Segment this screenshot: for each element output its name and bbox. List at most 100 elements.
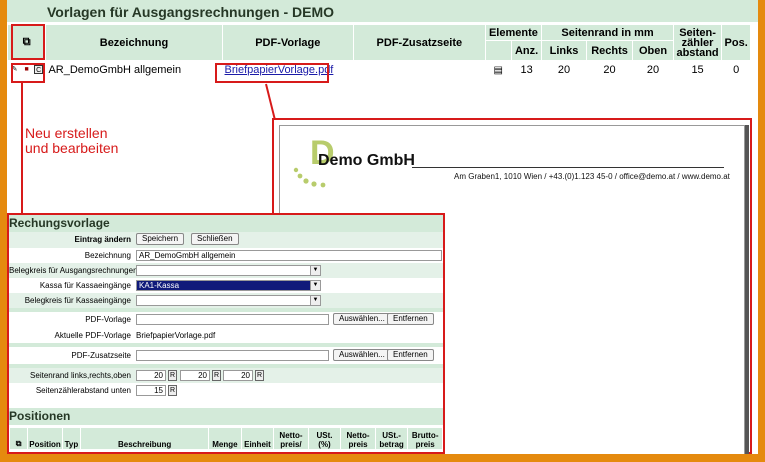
bezeichnung-input[interactable]: AR_DemoGmbH allgemein bbox=[136, 250, 442, 261]
edit-form-panel: Rechungsvorlage Eintrag ändern Speichern… bbox=[7, 213, 445, 454]
highlight-add-icon bbox=[11, 24, 45, 60]
header-oben: Oben bbox=[632, 40, 674, 61]
form-row-actions: Eintrag ändern Speichern Schließen bbox=[9, 232, 443, 248]
form-row-pdf: PDF-Vorlage Auswählen... Entfernen bbox=[9, 312, 443, 328]
header-seitenrand: Seitenrand in mm bbox=[541, 24, 674, 41]
form-row-bezeichnung: Bezeichnung AR_DemoGmbH allgemein bbox=[9, 248, 443, 263]
connector-line-preview bbox=[265, 83, 276, 120]
positions-title: Positionen bbox=[9, 408, 443, 425]
bezeichnung-label: Bezeichnung bbox=[84, 251, 131, 260]
belegkreis-select[interactable]: ▼ bbox=[136, 265, 321, 276]
row-oben: 20 bbox=[632, 60, 674, 79]
pos-header-menge: Menge bbox=[208, 427, 242, 450]
form-row-counter: Seitenzählerabstand unten 15 R bbox=[9, 383, 443, 398]
pdf-label: PDF-Vorlage bbox=[85, 315, 131, 324]
pos-header-typ: Typ bbox=[61, 427, 82, 450]
margin-left-reset-button[interactable]: R bbox=[168, 370, 177, 381]
list-icon[interactable]: ▤ bbox=[494, 65, 503, 76]
pos-header-brutto: Brutto- preis bbox=[407, 427, 443, 450]
templates-table: ⧉ Bezeichnung PDF-Vorlage PDF-Zusatzseit… bbox=[7, 24, 751, 79]
header-anz: Anz. bbox=[510, 40, 543, 61]
company-address: Am Graben1, 1010 Wien / +43.(0)1.123 45-… bbox=[454, 172, 730, 181]
row-links: 20 bbox=[541, 60, 587, 79]
counter-reset-button[interactable]: R bbox=[168, 385, 177, 396]
row-pdf-zusatz bbox=[353, 60, 486, 79]
header-elemente-icon bbox=[484, 40, 512, 61]
chevron-down-icon[interactable]: ▼ bbox=[310, 266, 320, 275]
pos-header-ust-betrag: USt.- betrag bbox=[374, 427, 409, 450]
close-button[interactable]: Schließen bbox=[191, 233, 239, 245]
pos-header-netto-betrag: Netto- preis bbox=[340, 427, 376, 450]
kassa-value: KA1-Kassa bbox=[139, 281, 180, 290]
current-pdf-value: BriefpapierVorlage.pdf bbox=[136, 331, 216, 340]
counter-label: Seitenzählerabstand unten bbox=[35, 386, 131, 395]
annotation-line-1: Neu erstellen bbox=[25, 125, 108, 141]
remove-zusatz-button[interactable]: Entfernen bbox=[387, 349, 434, 361]
form-section-title: Rechungsvorlage bbox=[9, 215, 443, 232]
row-anz: 13 bbox=[510, 60, 543, 79]
current-pdf-label: Aktuelle PDF-Vorlage bbox=[54, 331, 131, 340]
margin-label: Seitenrand links,rechts,oben bbox=[30, 371, 131, 380]
header-seitenzaehler: Seiten- zähler abstand bbox=[672, 24, 723, 61]
chevron-down-icon[interactable]: ▼ bbox=[310, 296, 320, 305]
pos-header-einheit: Einheit bbox=[240, 427, 275, 450]
entry-label: Eintrag ändern bbox=[74, 235, 131, 244]
margin-top-input[interactable]: 20 bbox=[223, 370, 253, 381]
row-elements-cell: ▤ bbox=[484, 60, 512, 79]
form-row-kassa: Kassa für Kassaeingänge KA1-Kassa ▼ bbox=[9, 278, 443, 293]
chevron-down-icon[interactable]: ▼ bbox=[310, 281, 320, 290]
row-name: AR_DemoGmbH allgemein bbox=[45, 60, 223, 79]
connector-line-form bbox=[21, 83, 23, 214]
row-pos: 0 bbox=[721, 60, 751, 79]
counter-input[interactable]: 15 bbox=[136, 385, 166, 396]
form-row-zusatz: PDF-Zusatzseite Auswählen... Entfernen bbox=[9, 347, 443, 364]
form-row-belegkreis: Belegkreis für Ausgangsrechnungen ▼ bbox=[9, 263, 443, 278]
pos-header-netto-preis: Netto- preis/ bbox=[273, 427, 309, 450]
table-row[interactable]: ✎ ■ C AR_DemoGmbH allgemein BriefpapierV… bbox=[7, 60, 751, 79]
header-rechts: Rechts bbox=[585, 40, 634, 61]
canvas: Vorlagen für Ausgangsrechnungen - DEMO ⧉… bbox=[7, 0, 758, 454]
margin-right-input[interactable]: 20 bbox=[180, 370, 210, 381]
pdf-file-input[interactable] bbox=[136, 314, 329, 325]
choose-pdf-button[interactable]: Auswählen... bbox=[333, 313, 391, 325]
letterhead-line bbox=[412, 167, 724, 168]
form-row-belegkreis-kassa: Belegkreis für Kassaeingänge ▼ bbox=[9, 293, 443, 308]
margin-left-input[interactable]: 20 bbox=[136, 370, 166, 381]
belegkreis-kassa-label: Belegkreis für Kassaeingänge bbox=[24, 296, 131, 305]
company-logo-text: Demo GmbH bbox=[318, 152, 415, 169]
save-button[interactable]: Speichern bbox=[136, 233, 185, 245]
highlight-pdf-link bbox=[215, 63, 329, 83]
annotation-line-2: und bearbeiten bbox=[25, 140, 119, 156]
add-document-icon[interactable]: ⧉ bbox=[16, 439, 22, 448]
header-pos: Pos. bbox=[721, 24, 751, 61]
header-links: Links bbox=[541, 40, 587, 61]
belegkreis-kassa-select[interactable]: ▼ bbox=[136, 295, 321, 306]
form-row-current-pdf: Aktuelle PDF-Vorlage BriefpapierVorlage.… bbox=[9, 328, 443, 343]
belegkreis-label: Belegkreis für Ausgangsrechnungen bbox=[9, 266, 138, 275]
margin-top-reset-button[interactable]: R bbox=[255, 370, 264, 381]
header-pdf-zusatzseite: PDF-Zusatzseite bbox=[353, 24, 486, 61]
page-title: Vorlagen für Ausgangsrechnungen - DEMO bbox=[47, 4, 335, 20]
zusatz-file-input[interactable] bbox=[136, 350, 329, 361]
positions-table: ⧉ Position Typ Beschreibung Menge Einhei… bbox=[9, 427, 443, 450]
pos-header-position: Position bbox=[27, 427, 63, 450]
kassa-select[interactable]: KA1-Kassa ▼ bbox=[136, 280, 321, 291]
pos-header-ust: USt. (%) bbox=[307, 427, 342, 450]
header-pdf-vorlage: PDF-Vorlage bbox=[221, 24, 355, 61]
remove-pdf-button[interactable]: Entfernen bbox=[387, 313, 434, 325]
highlight-row-actions bbox=[11, 63, 45, 83]
header-bezeichnung: Bezeichnung bbox=[45, 24, 223, 61]
margin-right-reset-button[interactable]: R bbox=[212, 370, 221, 381]
row-abstand: 15 bbox=[672, 60, 723, 79]
form-row-margins: Seitenrand links,rechts,oben 20 R 20 R 2… bbox=[9, 368, 443, 383]
pos-header-beschreibung: Beschreibung bbox=[80, 427, 210, 450]
annotation-text: Neu erstellen und bearbeiten bbox=[25, 126, 118, 156]
page-title-bar: Vorlagen für Ausgangsrechnungen - DEMO bbox=[7, 0, 758, 22]
logo-dots-icon bbox=[293, 167, 326, 188]
choose-zusatz-button[interactable]: Auswählen... bbox=[333, 349, 391, 361]
kassa-label: Kassa für Kassaeingänge bbox=[39, 281, 131, 290]
row-rechts: 20 bbox=[585, 60, 634, 79]
positions-add-header[interactable]: ⧉ bbox=[9, 427, 29, 450]
header-elemente: Elemente bbox=[484, 24, 543, 41]
zusatz-label: PDF-Zusatzseite bbox=[71, 351, 131, 360]
